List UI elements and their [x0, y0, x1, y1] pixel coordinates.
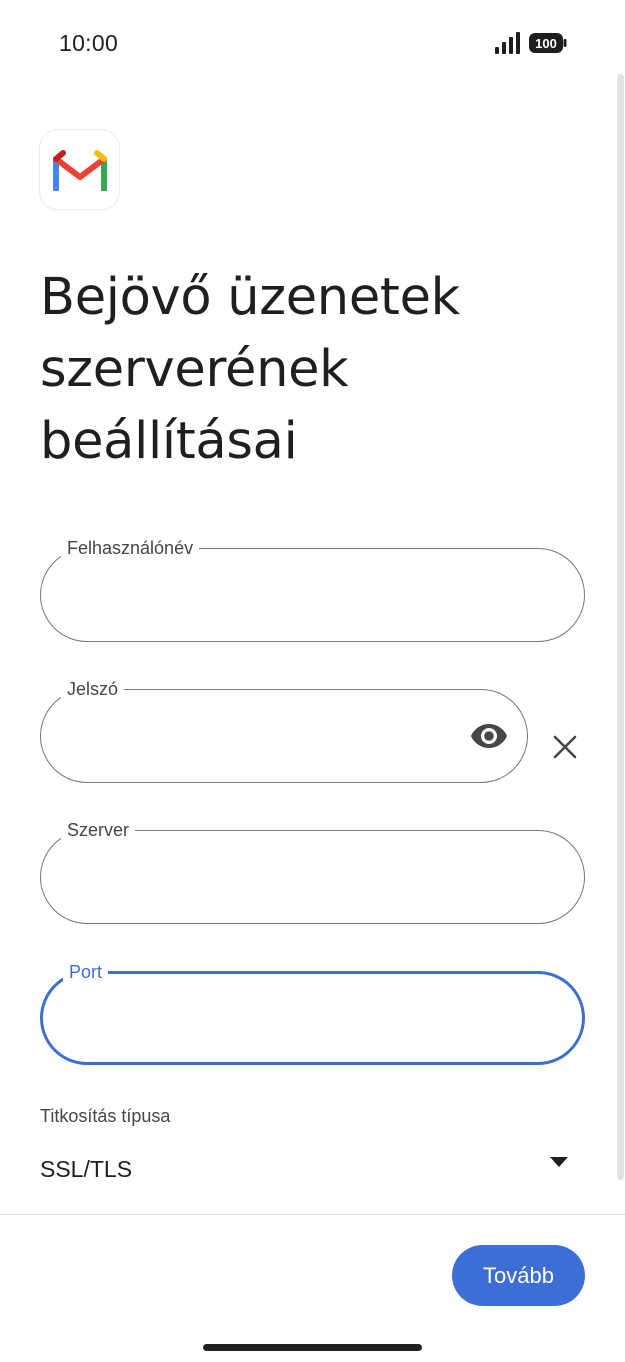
- battery-level: 100: [535, 36, 557, 51]
- port-input[interactable]: [69, 1004, 512, 1040]
- encryption-select[interactable]: SSL/TLS: [40, 1150, 585, 1194]
- username-input[interactable]: [67, 579, 514, 615]
- username-field[interactable]: Felhasználónév: [40, 537, 585, 642]
- status-time: 10:00: [59, 30, 119, 56]
- status-bar: 10:00 100: [0, 0, 625, 86]
- show-password-button[interactable]: [469, 720, 509, 752]
- close-icon: [553, 735, 577, 759]
- encryption-value: SSL/TLS: [40, 1156, 133, 1182]
- home-indicator[interactable]: [203, 1344, 422, 1351]
- server-field[interactable]: Szerver: [40, 819, 585, 924]
- dropdown-arrow-icon: [550, 1157, 568, 1167]
- battery-icon: 100: [529, 33, 567, 53]
- clear-password-button[interactable]: [547, 729, 583, 765]
- signal-icon: [495, 32, 520, 54]
- username-label: Felhasználónév: [61, 537, 200, 559]
- password-field[interactable]: Jelszó: [40, 678, 528, 783]
- port-label: Port: [63, 961, 109, 983]
- port-field[interactable]: Port: [40, 961, 585, 1065]
- server-input[interactable]: [67, 861, 514, 897]
- gmail-logo-icon: [53, 150, 107, 191]
- footer-divider: [0, 1214, 625, 1215]
- password-input[interactable]: [67, 720, 457, 756]
- encryption-label: Titkosítás típusa: [40, 1106, 171, 1126]
- server-label: Szerver: [61, 819, 136, 841]
- app-logo: [40, 130, 119, 209]
- scrollbar[interactable]: [617, 74, 624, 1180]
- eye-icon: [471, 724, 507, 748]
- next-button[interactable]: Tovább: [452, 1245, 585, 1306]
- page-title: Bejövő üzenetek szerverének beállításai: [40, 268, 460, 471]
- password-label: Jelszó: [61, 678, 125, 700]
